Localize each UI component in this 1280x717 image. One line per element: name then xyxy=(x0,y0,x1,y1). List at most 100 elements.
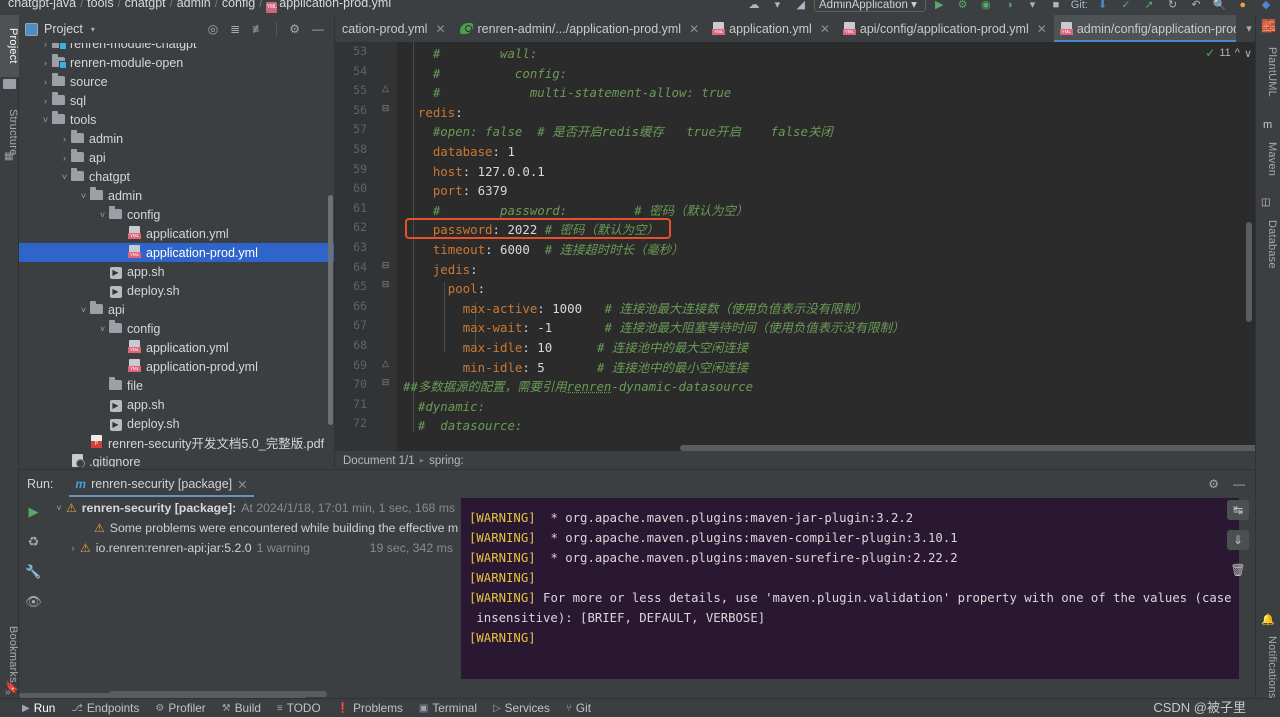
tree-item-app-sh[interactable]: ▶ app.sh xyxy=(19,395,334,414)
wrap-text-icon[interactable]: ↹ xyxy=(1227,500,1249,520)
tree-item-config[interactable]: ˅ config xyxy=(19,319,334,338)
tree-item--gitignore[interactable]: .gitignore xyxy=(19,452,334,467)
editor-vertical-scrollbar[interactable] xyxy=(1246,222,1252,322)
tree-expand-arrow[interactable]: › xyxy=(40,77,51,87)
inspection-widget[interactable]: ✓ 11 ^ ∨ xyxy=(1205,46,1252,60)
code-line-59[interactable]: host: 127.0.0.1 xyxy=(403,162,545,182)
fold-marker-icon[interactable]: ⊟ xyxy=(380,103,391,114)
fold-marker-icon[interactable]: △ xyxy=(380,358,391,369)
build-output-tree[interactable]: ˅ ⚠ renren-security [package]: At 2024/1/18… xyxy=(48,498,459,698)
trash-icon[interactable]: 🗑 xyxy=(1227,560,1249,580)
debug-icon[interactable]: ⚙ xyxy=(953,0,973,11)
tree-expand-arrow[interactable]: ˅ xyxy=(97,324,108,334)
editor-gutter[interactable]: 53 54 55 △ 56 ⊟ 57 58 59 60 61 62 63 64 ⊟ 65 ⊟ 66 67 68 69 △ 7… xyxy=(335,42,397,451)
close-icon[interactable]: ✕ xyxy=(435,22,445,36)
statusbar-item-todo[interactable]: ≡ TODO xyxy=(277,701,321,715)
editor-tab-bar[interactable]: cation-prod.yml ✕ renren-admin/.../applica… xyxy=(335,15,1280,42)
build-tree-row[interactable]: ⚠ Some problems were encountered while bu… xyxy=(48,518,459,538)
statusbar-item-profiler[interactable]: ⚙ Profiler xyxy=(155,701,205,715)
tree-item-renren-module-chatgpt[interactable]: › renren-module-chatgpt xyxy=(19,43,334,53)
tree-expand-arrow[interactable]: › xyxy=(66,543,80,553)
tree-item-file[interactable]: file xyxy=(19,376,334,395)
statusbar-item-run[interactable]: ▶ Run xyxy=(22,701,55,715)
tree-expand-arrow[interactable]: ˅ xyxy=(40,115,51,125)
statusbar-item-endpoints[interactable]: ⎇ Endpoints xyxy=(71,701,139,715)
gear-icon[interactable]: ⚙ xyxy=(289,22,300,36)
fold-marker-icon[interactable]: ⊟ xyxy=(380,377,391,388)
breadcrumb-item-0[interactable]: chatgpt-java xyxy=(8,0,76,10)
notification-dot-icon[interactable]: ● xyxy=(1233,0,1253,11)
breadcrumb-item-3[interactable]: admin xyxy=(177,0,211,10)
tree-expand-arrow[interactable]: › xyxy=(40,96,51,106)
sidebar-item-project[interactable]: Project xyxy=(0,15,19,77)
build-hammer-icon[interactable]: ◢ xyxy=(791,0,811,11)
tree-expand-arrow[interactable]: › xyxy=(40,43,51,49)
close-icon[interactable]: ✕ xyxy=(237,477,247,492)
search-icon[interactable]: 🔍 xyxy=(1209,0,1229,11)
code-line-72[interactable]: # datasource: xyxy=(403,416,522,436)
code-line-56[interactable]: redis: xyxy=(403,103,463,123)
code-line-66[interactable]: max-active: 1000 # 连接池最大连接数（使用负值表示没有限制） xyxy=(403,299,868,319)
next-problem-icon[interactable]: ∨ xyxy=(1244,47,1252,60)
code-line-57[interactable]: #open: false # 是否开启redis缓存 true开启 false关… xyxy=(403,122,833,142)
tree-item-tools[interactable]: ˅ tools xyxy=(19,110,334,129)
collapse-all-icon[interactable]: ≢ xyxy=(252,22,264,36)
build-tree-row[interactable]: ˅ ⚠ renren-security [package]: At 2024/1/18… xyxy=(48,498,459,518)
breadcrumb-item-2[interactable]: chatgpt xyxy=(125,0,166,10)
wrench-icon[interactable]: 🔧 xyxy=(25,564,41,580)
run-configuration-selector[interactable]: AdminApplication ▾ xyxy=(814,0,926,12)
git-update-icon[interactable]: ⬇ xyxy=(1093,0,1113,11)
eye-icon[interactable]: 👁 xyxy=(25,594,42,610)
code-line-55[interactable]: # multi-statement-allow: true xyxy=(403,83,731,103)
document-position[interactable]: Document 1/1 xyxy=(343,455,415,467)
project-tree[interactable]: › renren-module-chatgpt › renren-module-ope… xyxy=(19,43,334,467)
tree-item-deploy-sh[interactable]: ▶ deploy.sh xyxy=(19,281,334,300)
close-icon[interactable]: ✕ xyxy=(820,22,830,36)
editor-horizontal-scrollbar[interactable] xyxy=(680,445,1255,451)
statusbar-item-build[interactable]: ⚒ Build xyxy=(222,701,261,715)
sidebar-item-maven[interactable]: Maven xyxy=(1259,130,1278,188)
locate-icon[interactable]: ◎ xyxy=(208,22,218,36)
editor-tab-2[interactable]: application.yml ✕ xyxy=(706,15,837,42)
tree-item-api[interactable]: ˅ api xyxy=(19,300,334,319)
more-run-icon[interactable]: ▾ xyxy=(1023,0,1043,11)
code-line-58[interactable]: database: 1 xyxy=(403,142,515,162)
statusbar-item-terminal[interactable]: ▣ Terminal xyxy=(419,701,477,715)
close-icon[interactable]: ✕ xyxy=(689,22,699,36)
tree-expand-arrow[interactable]: › xyxy=(40,58,51,68)
statusbar-item-services[interactable]: ▷ Services xyxy=(493,701,550,715)
run-with-coverage-icon[interactable]: ◉ xyxy=(976,0,996,11)
code-line-65[interactable]: pool: xyxy=(403,279,485,299)
chevron-down-icon[interactable]: ▾ xyxy=(91,25,95,34)
tree-item-renren-module-open[interactable]: › renren-module-open xyxy=(19,53,334,72)
expand-strip-icon[interactable]: » xyxy=(5,687,11,698)
breadcrumb-item-5[interactable]: application-prod.yml xyxy=(279,0,391,10)
fold-marker-icon[interactable]: ⊟ xyxy=(380,260,391,271)
code-line-63[interactable]: timeout: 6000 # 连接超时时长（毫秒） xyxy=(403,240,684,260)
run-icon[interactable]: ▶ xyxy=(929,0,949,11)
expand-all-icon[interactable]: ≣ xyxy=(230,22,240,36)
tree-item-application-prod-yml[interactable]: application-prod.yml xyxy=(19,357,334,376)
code-line-60[interactable]: port: 6379 xyxy=(403,181,508,201)
tree-expand-arrow[interactable]: ˅ xyxy=(59,172,70,182)
tree-item-application-yml[interactable]: application.yml xyxy=(19,338,334,357)
tree-item-sql[interactable]: › sql xyxy=(19,91,334,110)
editor-tab-1[interactable]: renren-admin/.../application-prod.yml ✕ xyxy=(453,15,707,42)
scroll-to-end-icon[interactable]: ⇓ xyxy=(1227,530,1249,550)
fold-marker-icon[interactable]: △ xyxy=(380,83,391,94)
git-history-icon[interactable]: ↻ xyxy=(1163,0,1183,11)
code-line-68[interactable]: max-idle: 10 # 连接池中的最大空闲连接 xyxy=(403,338,749,358)
tree-item-app-sh[interactable]: ▶ app.sh xyxy=(19,262,334,281)
tree-item-application-prod-yml[interactable]: application-prod.yml xyxy=(19,243,334,262)
previous-problem-icon[interactable]: ^ xyxy=(1235,47,1240,59)
project-tree-scrollbar[interactable] xyxy=(328,195,333,425)
git-commit-icon[interactable]: ✓ xyxy=(1116,0,1136,11)
minimize-icon[interactable]: — xyxy=(312,22,324,36)
play-icon[interactable]: ▶ xyxy=(29,504,39,520)
breadcrumb-item-1[interactable]: tools xyxy=(87,0,113,10)
statusbar-item-git[interactable]: ⑂ Git xyxy=(566,701,591,715)
code-editor[interactable]: 53 54 55 △ 56 ⊟ 57 58 59 60 61 62 63 64 ⊟ 65 ⊟ 66 67 68 69 △ 7… xyxy=(335,42,1255,451)
stop-icon[interactable]: ■ xyxy=(1046,0,1066,11)
editor-tab-3[interactable]: api/config/application-prod.yml ✕ xyxy=(837,15,1054,42)
gear-icon[interactable]: ⚙ xyxy=(1208,477,1219,491)
